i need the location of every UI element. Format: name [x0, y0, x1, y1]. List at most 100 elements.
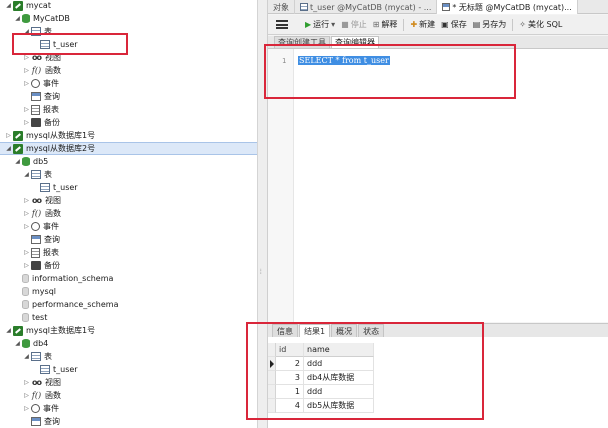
cell-name[interactable]: ddd: [304, 357, 374, 371]
tree-item[interactable]: test: [0, 311, 257, 324]
tree-item[interactable]: t_user: [0, 363, 257, 376]
tree-item[interactable]: ◢ mycat: [0, 0, 257, 12]
function-icon: f(): [31, 208, 42, 218]
tree-item[interactable]: ◢ 表: [0, 25, 257, 38]
tree-item[interactable]: ◢ 表: [0, 168, 257, 181]
cell-id[interactable]: 2: [276, 357, 304, 371]
collapse-arrow-icon[interactable]: ◢: [13, 158, 22, 165]
collapse-arrow-icon[interactable]: ◢: [13, 15, 22, 22]
save-button[interactable]: ▣ 保存: [438, 16, 470, 34]
tree-item[interactable]: ◢ db5: [0, 155, 257, 168]
expand-arrow-icon[interactable]: ▷: [22, 54, 31, 61]
save-as-button[interactable]: ▤ 另存为: [470, 16, 510, 34]
table-icon: [40, 40, 50, 49]
table-row[interactable]: 1 ddd: [268, 385, 608, 399]
tab-info[interactable]: 信息: [272, 324, 298, 337]
magic-wand-icon: ✧: [519, 20, 526, 29]
tab-untitled-query[interactable]: * 无标题 @MyCatDB (mycat)...: [437, 0, 578, 14]
table-row[interactable]: 3 db4从库数据: [268, 371, 608, 385]
sql-editor[interactable]: 1 SELECT * from t_user: [268, 48, 608, 322]
tree-item[interactable]: t_user: [0, 38, 257, 51]
expand-arrow-icon[interactable]: ▷: [22, 119, 31, 126]
cell-id[interactable]: 3: [276, 371, 304, 385]
explain-icon: ⊞: [372, 20, 380, 29]
expand-arrow-icon[interactable]: ▷: [22, 197, 31, 204]
expand-arrow-icon[interactable]: ▷: [22, 210, 31, 217]
tab-query-builder[interactable]: 查询创建工具: [274, 36, 330, 48]
tree-item-label: mysql从数据库2号: [26, 144, 96, 153]
expand-arrow-icon[interactable]: ▷: [22, 67, 31, 74]
tree-item[interactable]: ▷ 事件: [0, 77, 257, 90]
tree-item-label: 查询: [44, 92, 60, 101]
cell-name[interactable]: db4从库数据: [304, 371, 374, 385]
collapse-arrow-icon[interactable]: ◢: [13, 340, 22, 347]
sql-text-selected[interactable]: SELECT * from t_user: [298, 56, 390, 65]
run-button[interactable]: ▶ 运行 ▾: [302, 16, 338, 34]
expand-arrow-icon[interactable]: ▷: [22, 405, 31, 412]
expand-arrow-icon[interactable]: ▷: [4, 132, 13, 139]
collapse-arrow-icon[interactable]: ◢: [22, 171, 31, 178]
tree-item[interactable]: ▷ 备份: [0, 259, 257, 272]
beautify-sql-button[interactable]: ✧ 美化 SQL: [516, 16, 565, 34]
tree-item[interactable]: ▷ f() 函数: [0, 207, 257, 220]
tree-item[interactable]: 查询: [0, 233, 257, 246]
tree-item[interactable]: ▷ f() 函数: [0, 389, 257, 402]
tree-item[interactable]: ▷ oo 视图: [0, 51, 257, 64]
expand-arrow-icon[interactable]: ▷: [22, 223, 31, 230]
tree-item[interactable]: mysql: [0, 285, 257, 298]
explain-button[interactable]: ⊞ 解释: [370, 16, 401, 34]
tree-item[interactable]: 查询: [0, 415, 257, 428]
tree-item[interactable]: ◢ 表: [0, 350, 257, 363]
tab-result-1[interactable]: 结果1: [299, 324, 331, 337]
tab-query-editor[interactable]: 查询编辑器: [331, 36, 379, 48]
tree-item[interactable]: ◢ mysql主数据库1号: [0, 324, 257, 337]
table-row[interactable]: 2 ddd: [268, 357, 608, 371]
tree-item[interactable]: ▷ 事件: [0, 220, 257, 233]
collapse-arrow-icon[interactable]: ◢: [22, 28, 31, 35]
tree-item-label: MyCatDB: [33, 14, 70, 23]
tree-item[interactable]: ▷ 备份: [0, 116, 257, 129]
expand-arrow-icon[interactable]: ▷: [22, 379, 31, 386]
tree-item[interactable]: 查询: [0, 90, 257, 103]
expand-arrow-icon[interactable]: ▷: [22, 392, 31, 399]
tree-item[interactable]: information_schema: [0, 272, 257, 285]
tree-item[interactable]: ▷ mysql从数据库1号: [0, 129, 257, 142]
collapse-arrow-icon[interactable]: ◢: [4, 2, 13, 9]
tree-item[interactable]: ▷ 报表: [0, 103, 257, 116]
tree-item[interactable]: ▷ f() 函数: [0, 64, 257, 77]
stop-button[interactable]: ■ 停止: [338, 16, 370, 34]
menu-icon[interactable]: [276, 20, 288, 29]
tree-item[interactable]: t_user: [0, 181, 257, 194]
tree-item[interactable]: ◢ db4: [0, 337, 257, 350]
tab-table-t-user[interactable]: t_user @MyCatDB (mycat) - ...: [295, 0, 438, 14]
collapse-arrow-icon[interactable]: ◢: [4, 145, 13, 152]
tree-item[interactable]: ▷ oo 视图: [0, 376, 257, 389]
tree-item[interactable]: ◢ MyCatDB: [0, 12, 257, 25]
tree-item[interactable]: ◢ mysql从数据库2号: [0, 142, 257, 155]
new-query-button[interactable]: ✚ 新建: [407, 16, 438, 34]
expand-arrow-icon[interactable]: ▷: [22, 80, 31, 87]
run-dropdown-icon[interactable]: ▾: [331, 20, 335, 29]
save-icon: ▣: [441, 20, 449, 29]
column-header-name[interactable]: name: [304, 343, 374, 357]
tab-objects[interactable]: 对象: [268, 0, 295, 14]
tree-item[interactable]: ▷ oo 视图: [0, 194, 257, 207]
expand-arrow-icon[interactable]: ▷: [22, 106, 31, 113]
tree-item[interactable]: performance_schema: [0, 298, 257, 311]
expand-arrow-icon[interactable]: ▷: [22, 249, 31, 256]
table-row[interactable]: 4 db5从库数据: [268, 399, 608, 413]
collapse-arrow-icon[interactable]: ◢: [4, 327, 13, 334]
collapse-arrow-icon[interactable]: ◢: [22, 353, 31, 360]
expand-arrow-icon[interactable]: ▷: [22, 262, 31, 269]
tab-profile[interactable]: 概况: [331, 324, 358, 337]
column-header-id[interactable]: id: [276, 343, 304, 357]
tree-item[interactable]: ▷ 事件: [0, 402, 257, 415]
cell-name[interactable]: ddd: [304, 385, 374, 399]
tree-item[interactable]: ▷ 报表: [0, 246, 257, 259]
tree-item-label: 事件: [43, 79, 59, 88]
cell-id[interactable]: 1: [276, 385, 304, 399]
cell-id[interactable]: 4: [276, 399, 304, 413]
cell-name[interactable]: db5从库数据: [304, 399, 374, 413]
tab-status[interactable]: 状态: [358, 324, 385, 337]
pane-splitter[interactable]: ⦙: [258, 0, 268, 428]
